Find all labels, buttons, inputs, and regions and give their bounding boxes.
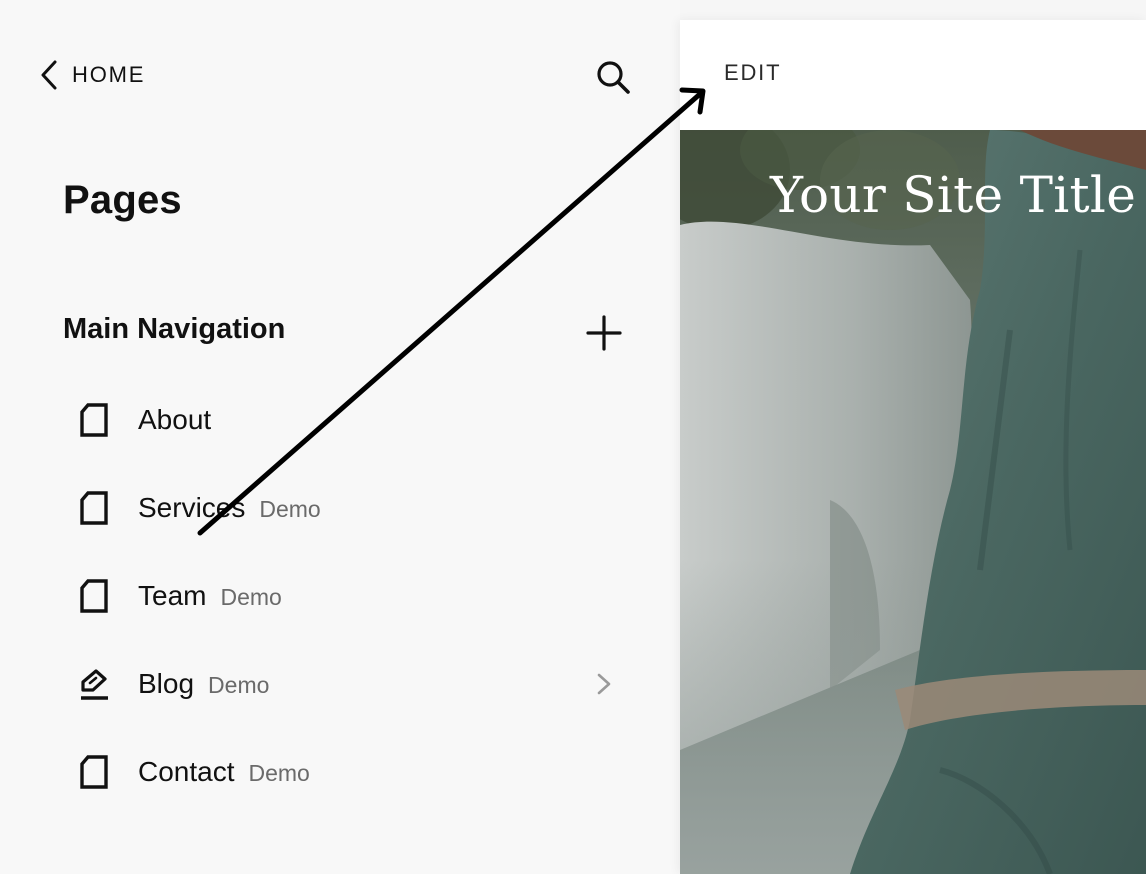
home-label: HOME [72,62,146,87]
section-title: Main Navigation [63,313,286,345]
app-root: HOME Pages Main Navigation About Service… [0,0,1146,874]
search-icon [597,61,630,94]
nav-item-blog[interactable]: Blog Demo [0,640,680,728]
nav-item-label: Services Demo [138,492,321,523]
demo-badge: Demo [259,496,321,522]
nav-item-team[interactable]: Team Demo [0,552,680,640]
blog-pen-icon [78,666,110,702]
page-title: Pages [63,178,182,222]
page-icon [78,402,110,438]
pages-sidebar: HOME Pages Main Navigation About Service… [0,0,680,874]
nav-item-label: Blog Demo [138,668,270,699]
preview-toolbar: EDIT [680,20,1146,130]
demo-badge: Demo [248,760,310,786]
site-preview-panel: EDIT Your Site Title [680,20,1146,874]
nav-item-about[interactable]: About [0,376,680,464]
page-icon [78,490,110,526]
demo-badge: Demo [220,584,282,610]
hero-photo [680,130,1146,874]
page-icon [78,578,110,614]
nav-item-label: Team Demo [138,580,282,611]
hero-image: Your Site Title [680,130,1146,874]
plus-icon [586,315,622,351]
demo-badge: Demo [208,672,270,698]
search-button[interactable] [594,58,632,96]
nav-item-contact[interactable]: Contact Demo [0,728,680,816]
nav-item-label: About [138,404,212,435]
chevron-left-icon [38,58,60,92]
nav-item-services[interactable]: Services Demo [0,464,680,552]
chevron-right-icon[interactable] [594,672,614,696]
site-title: Your Site Title [770,166,1137,224]
nav-item-label: Contact Demo [138,756,310,787]
home-back-link[interactable]: HOME [38,58,145,92]
main-navigation-list: About Services Demo Team Demo Blog Demo … [0,376,680,816]
page-icon [78,754,110,790]
add-page-button[interactable] [585,314,623,352]
edit-button[interactable]: EDIT [724,60,781,86]
